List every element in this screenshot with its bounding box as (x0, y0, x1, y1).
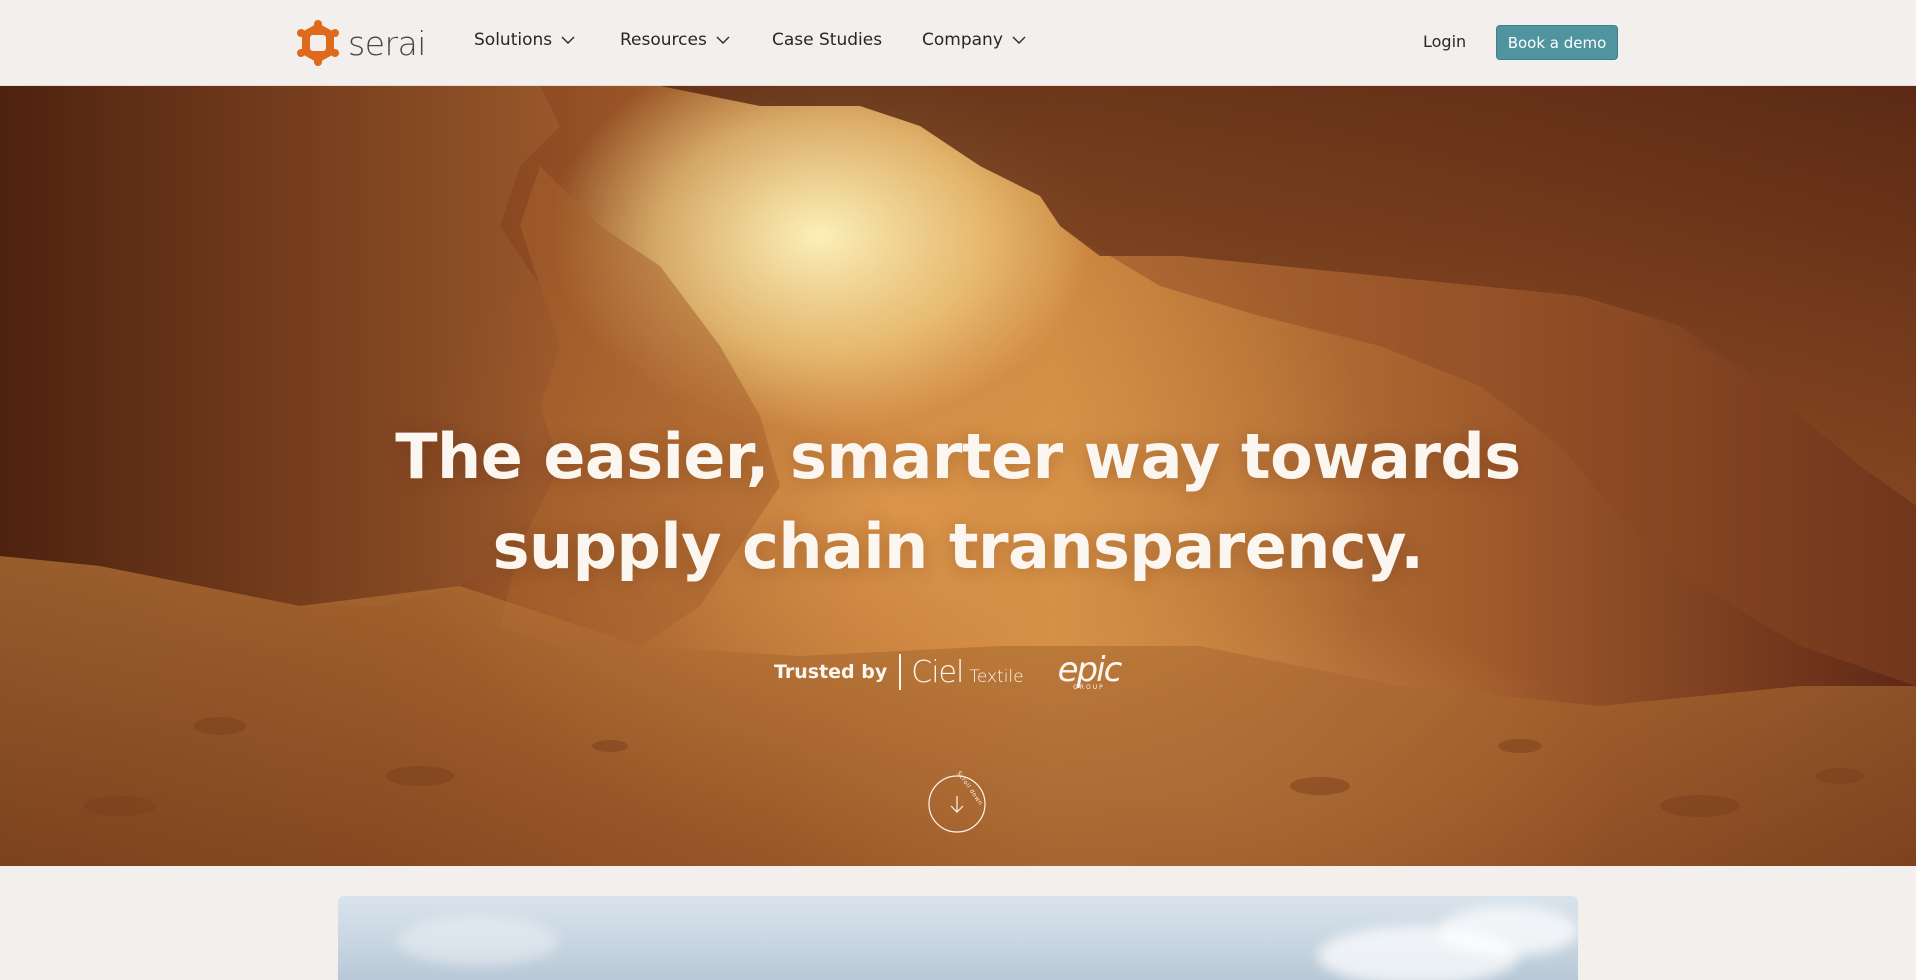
chevron-down-icon (1012, 36, 1026, 44)
ciel-logo-name: Ciel (911, 654, 964, 690)
trusted-label: Trusted by (774, 661, 888, 683)
nav-company-label: Company (922, 30, 1003, 50)
nav-resources-label: Resources (620, 30, 707, 50)
site-header: serai Solutions Resources Case Studies C… (0, 0, 1916, 86)
nav-solutions[interactable]: Solutions (474, 30, 576, 50)
trusted-divider (899, 654, 902, 690)
hero-section: The easier, smarter way towards supply c… (0, 86, 1916, 866)
ciel-logo-sub: Textile (969, 666, 1024, 687)
hero-title-line1: The easier, smarter way towards (395, 420, 1521, 493)
epic-logo-sub: GROUP (1073, 684, 1105, 691)
next-section-image (338, 896, 1578, 980)
nav-solutions-label: Solutions (474, 30, 553, 50)
hero-title-line2: supply chain transparency. (492, 510, 1424, 583)
epic-group-logo: epic GROUP (1057, 650, 1123, 691)
serai-logo-icon (297, 20, 339, 66)
nav-case-studies[interactable]: Case Studies (772, 30, 882, 50)
chevron-down-icon (716, 36, 730, 44)
brand-logo[interactable]: serai (296, 20, 426, 66)
trusted-by: Trusted by Ciel Textile epic GROUP (774, 650, 1123, 692)
cloud-shape (398, 916, 558, 966)
nav-resources[interactable]: Resources (620, 30, 731, 50)
nav-case-studies-label: Case Studies (772, 30, 883, 50)
ciel-textile-logo: Ciel Textile (911, 655, 1023, 690)
nav-company[interactable]: Company (922, 30, 1027, 50)
arrow-down-icon (950, 796, 964, 813)
epic-logo-name: epic (1057, 650, 1123, 690)
chevron-down-icon (561, 36, 575, 44)
login-link[interactable]: Login (1423, 32, 1466, 51)
book-demo-button[interactable]: Book a demo (1496, 25, 1618, 60)
brand-name: serai (348, 23, 426, 63)
hero-title: The easier, smarter way towards supply c… (0, 412, 1916, 592)
cloud-shape (1438, 906, 1578, 956)
